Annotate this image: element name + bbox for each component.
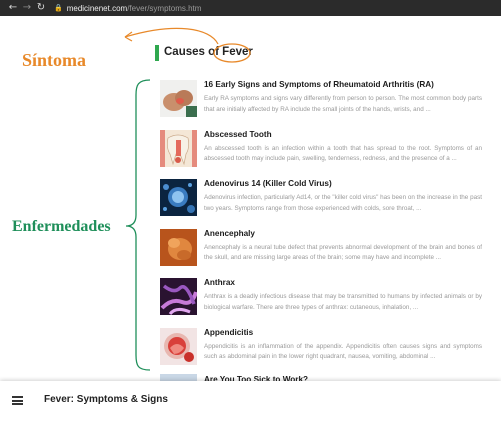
item-description: Anthrax is a deadly infectious disease t… [204,293,482,311]
list-item[interactable]: Adenovirus 14 (Killer Cold Virus) Adenov… [160,179,482,229]
item-title[interactable]: Anencephaly [204,229,255,238]
item-description: An abscessed tooth is an infection withi… [204,144,482,163]
enfermedades-bracket [125,79,151,371]
list-item[interactable]: Anthrax Anthrax is a deadly infectious d… [160,278,482,328]
list-item[interactable]: Appendicitis Appendicitis is an inflamma… [160,327,482,378]
sintoma-arrowhead [124,31,133,42]
page-title: Fever: Symptoms & Signs [44,394,168,405]
sintoma-label: Síntoma [22,50,87,70]
lock-icon: 🔒 [54,4,63,12]
bottom-nav-bar: Fever: Symptoms & Signs [0,381,501,422]
reload-icon[interactable]: ↻ [34,0,48,16]
fetus-thumbnail [160,228,197,266]
ra-hands-thumbnail [160,80,197,117]
section-heading: Causes of Fever [164,46,253,58]
address-bar[interactable]: 🔒 medicinenet.com /fever/symptoms.htm [54,0,201,16]
heading-accent-bar [155,45,159,61]
item-title[interactable]: Adenovirus 14 (Killer Cold Virus) [204,179,332,188]
item-title[interactable]: Appendicitis [204,328,253,337]
enfermedades-label: Enfermedades [12,218,111,235]
forward-arrow-icon[interactable]: → [20,0,34,16]
item-title[interactable]: 16 Early Signs and Symptoms of Rheumatoi… [204,80,434,89]
item-title[interactable]: Abscessed Tooth [204,130,272,139]
anthrax-bacteria-thumbnail [160,278,197,315]
browser-toolbar: ← → ↻ 🔒 medicinenet.com /fever/symptoms.… [0,0,501,16]
item-description: Early RA symptoms and signs vary differe… [204,95,482,113]
list-item[interactable]: Anencephaly Anencephaly is a neural tube… [160,228,482,279]
item-title[interactable]: Anthrax [204,278,235,287]
url-path: /fever/symptoms.htm [127,3,202,13]
virus-thumbnail [160,179,197,216]
heading-prefix: Causes of [164,46,223,58]
hamburger-menu-icon[interactable] [12,396,23,405]
back-arrow-icon[interactable]: ← [6,0,20,16]
item-description: Adenovirus infection, particularly Ad14,… [204,194,482,212]
url-host: medicinenet.com [66,3,128,13]
item-description: Appendicitis is an inflammation of the a… [204,342,482,361]
list-item[interactable]: Abscessed Tooth An abscessed tooth is an… [160,129,482,180]
appendix-thumbnail [160,327,197,365]
tooth-thumbnail [160,129,197,167]
sintoma-arrow [124,27,219,45]
heading-keyword: Fever [222,46,253,58]
list-item[interactable]: 16 Early Signs and Symptoms of Rheumatoi… [160,80,482,130]
causes-list: 16 Early Signs and Symptoms of Rheumatoi… [160,80,482,377]
item-description: Anencephaly is a neural tube defect that… [204,243,482,262]
